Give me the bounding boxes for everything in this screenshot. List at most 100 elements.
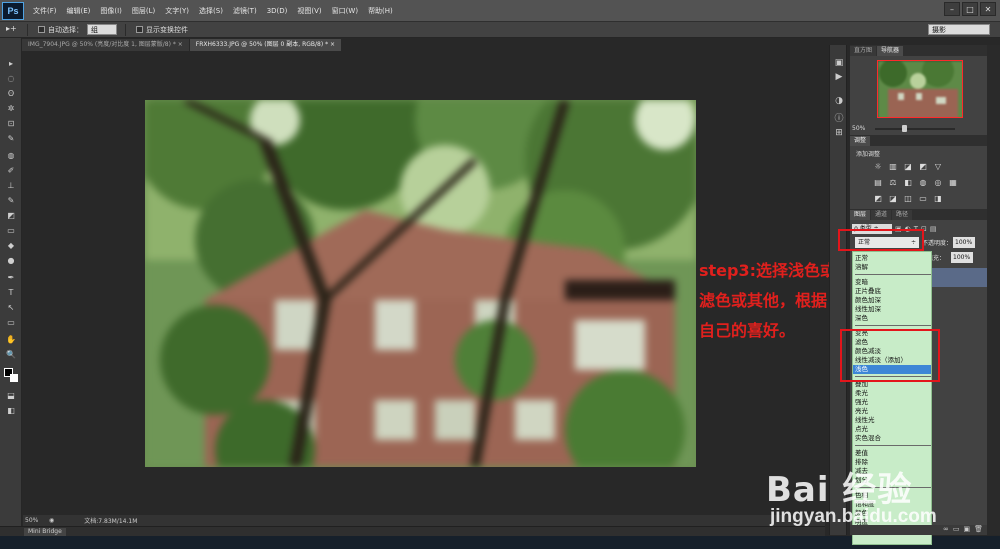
- hand-tool-icon[interactable]: ✋: [5, 334, 17, 345]
- navigator-zoom[interactable]: 50%: [852, 125, 865, 132]
- move-tool-preset[interactable]: ▸+: [6, 23, 28, 36]
- navigator-zoom-knob[interactable]: [902, 125, 907, 132]
- marquee-tool-icon[interactable]: ◌: [5, 73, 17, 84]
- show-transform-checkbox[interactable]: [136, 26, 143, 33]
- healing-brush-tool-icon[interactable]: ◍: [5, 150, 17, 161]
- blend-mode-option[interactable]: 线性光: [853, 416, 931, 425]
- menu-3d[interactable]: 3D(D): [262, 7, 293, 15]
- blend-mode-option[interactable]: 溶解: [853, 263, 931, 272]
- color-lookup-icon[interactable]: ▦: [947, 177, 959, 187]
- levels-icon[interactable]: ▥: [887, 161, 899, 171]
- navigator-zoom-slider[interactable]: [875, 128, 955, 130]
- blend-mode-option[interactable]: 变暗: [853, 278, 931, 287]
- auto-select-dropdown[interactable]: 组: [87, 24, 117, 35]
- info-icon[interactable]: ⓘ: [833, 111, 845, 124]
- eyedropper-tool-icon[interactable]: ✎: [5, 133, 17, 144]
- blend-mode-option[interactable]: 颜色加深: [853, 296, 931, 305]
- layer-row[interactable]: [932, 268, 987, 287]
- threshold-icon[interactable]: ◫: [902, 193, 914, 203]
- zoom-level[interactable]: 50%: [23, 517, 49, 524]
- tab-navigator[interactable]: 导航器: [877, 46, 904, 56]
- blend-mode-option[interactable]: 亮光: [853, 407, 931, 416]
- eraser-tool-icon[interactable]: ◩: [5, 210, 17, 221]
- blend-mode-option[interactable]: 实色混合: [853, 434, 931, 443]
- blend-mode-option[interactable]: 深色: [853, 314, 931, 323]
- invert-icon[interactable]: ◩: [872, 193, 884, 203]
- blend-mode-option[interactable]: 强光: [853, 398, 931, 407]
- tab-adjustments[interactable]: 调整: [850, 136, 871, 146]
- maximize-button[interactable]: □: [962, 2, 978, 16]
- brightness-icon[interactable]: ☼: [872, 161, 884, 171]
- opacity-input[interactable]: 100%: [953, 237, 975, 248]
- tab-img-7904[interactable]: IMG_7904.JPG @ 50% (亮度/对比度 1, 图层蒙版/8) * …: [22, 39, 189, 51]
- brush-tool-icon[interactable]: ✐: [5, 165, 17, 176]
- tab-paths[interactable]: 路径: [892, 210, 913, 220]
- clone-stamp-tool-icon[interactable]: ⊥: [5, 180, 17, 191]
- menu-help[interactable]: 帮助(H): [363, 6, 398, 16]
- highlight-lighten-group: [840, 329, 940, 382]
- crop-tool-icon[interactable]: ⊡: [5, 118, 17, 129]
- blend-mode-option[interactable]: 线性加深: [853, 305, 931, 314]
- minimize-button[interactable]: –: [944, 2, 960, 16]
- zoom-tool-icon[interactable]: 🔍: [5, 349, 17, 360]
- navigator-view-box[interactable]: [877, 60, 963, 118]
- menu-layer[interactable]: 图层(L): [127, 6, 160, 16]
- path-select-tool-icon[interactable]: ↖: [5, 302, 17, 313]
- fill-input[interactable]: 100%: [951, 252, 973, 263]
- selective-color-icon[interactable]: ◨: [932, 193, 944, 203]
- canvas-area[interactable]: step3:选择浅色或滤色或其他，根据自己的喜好。: [23, 51, 836, 515]
- blend-mode-option[interactable]: 差值: [853, 449, 931, 458]
- smart-object-filter-icon[interactable]: ▤: [930, 225, 937, 233]
- hue-saturation-icon[interactable]: ▤: [872, 177, 884, 187]
- menu-edit[interactable]: 编辑(E): [62, 6, 96, 16]
- posterize-icon[interactable]: ◪: [887, 193, 899, 203]
- blur-tool-icon[interactable]: ◆: [5, 240, 17, 251]
- auto-select-checkbox[interactable]: [38, 26, 45, 33]
- move-tool-icon[interactable]: ▸: [5, 58, 17, 69]
- tab-layers[interactable]: 图层: [850, 210, 871, 220]
- opacity-label: 不透明度：: [922, 240, 953, 247]
- color-balance-icon[interactable]: ⚖: [887, 177, 899, 187]
- type-tool-icon[interactable]: T: [5, 287, 17, 298]
- mini-bridge-tab[interactable]: Mini Bridge: [24, 528, 66, 536]
- menu-window[interactable]: 窗口(W): [327, 6, 363, 16]
- vibrance-icon[interactable]: ▽: [932, 161, 944, 171]
- photo-filter-icon[interactable]: ◍: [917, 177, 929, 187]
- blend-mode-option[interactable]: 点光: [853, 425, 931, 434]
- blend-mode-option[interactable]: 柔光: [853, 389, 931, 398]
- black-white-icon[interactable]: ◧: [902, 177, 914, 187]
- workspace-dropdown[interactable]: 摄影: [928, 24, 990, 35]
- tab-channels[interactable]: 通道: [871, 210, 892, 220]
- quick-mask-icon[interactable]: ⬓: [5, 390, 17, 401]
- quick-select-tool-icon[interactable]: ✲: [5, 103, 17, 114]
- blend-mode-option[interactable]: 正常: [853, 254, 931, 263]
- history-brush-tool-icon[interactable]: ✎: [5, 195, 17, 206]
- gradient-tool-icon[interactable]: ▭: [5, 225, 17, 236]
- menu-view[interactable]: 视图(V): [292, 6, 326, 16]
- dodge-tool-icon[interactable]: ●: [5, 255, 17, 266]
- pen-tool-icon[interactable]: ✒: [5, 272, 17, 283]
- actions-play-icon[interactable]: ▶: [833, 71, 845, 83]
- menu-file[interactable]: 文件(F): [28, 6, 62, 16]
- brush-presets-icon[interactable]: ⊞: [833, 127, 845, 139]
- screen-mode-icon[interactable]: ◧: [5, 405, 17, 416]
- history-icon[interactable]: ▣: [833, 57, 845, 69]
- close-button[interactable]: ✕: [980, 2, 996, 16]
- status-menu-icon[interactable]: ◉: [49, 517, 54, 524]
- color-icon[interactable]: ◑: [833, 95, 845, 107]
- menu-select[interactable]: 选择(S): [194, 6, 228, 16]
- blend-mode-option[interactable]: 正片叠底: [853, 287, 931, 296]
- menu-filter[interactable]: 滤镜(T): [228, 6, 262, 16]
- lasso-tool-icon[interactable]: ʘ: [5, 88, 17, 99]
- menu-image[interactable]: 图像(I): [95, 6, 127, 16]
- document-image[interactable]: [145, 100, 696, 467]
- gradient-map-icon[interactable]: ▭: [917, 193, 929, 203]
- menu-type[interactable]: 文字(Y): [160, 6, 194, 16]
- curves-icon[interactable]: ◪: [902, 161, 914, 171]
- channel-mixer-icon[interactable]: ◎: [932, 177, 944, 187]
- tab-histogram[interactable]: 直方图: [850, 46, 877, 56]
- background-color-swatch[interactable]: [10, 374, 18, 382]
- exposure-icon[interactable]: ◩: [917, 161, 929, 171]
- tab-frxh6333[interactable]: FRXH6333.JPG @ 50% (图层 0 副本, RGB/8) * ×: [189, 39, 342, 51]
- rectangle-tool-icon[interactable]: ▭: [5, 317, 17, 328]
